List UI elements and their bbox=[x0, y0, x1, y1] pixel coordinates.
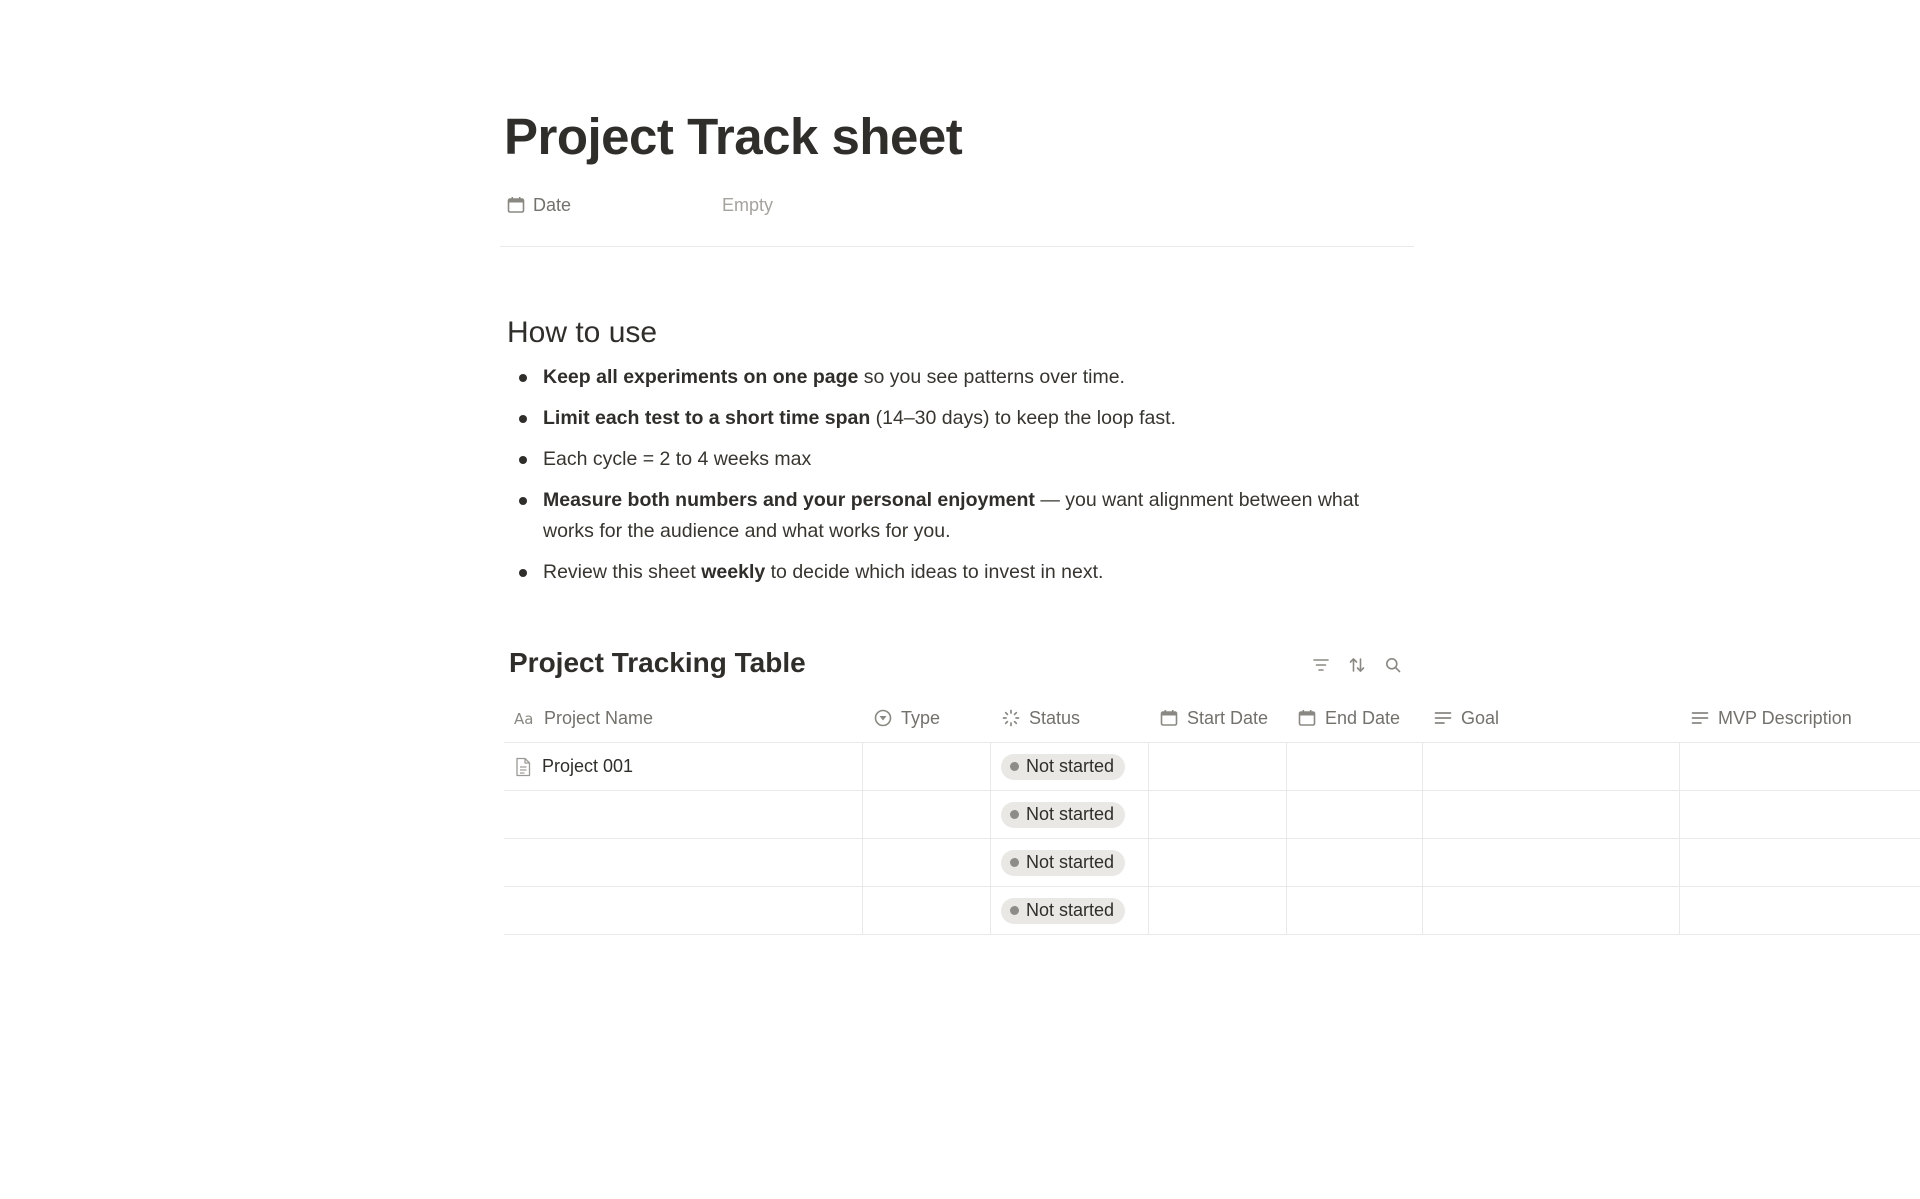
cell-end-date[interactable] bbox=[1287, 839, 1423, 886]
bullet-item[interactable]: Keep all experiments on one page so you … bbox=[507, 362, 1407, 393]
column-header-goal[interactable]: Goal bbox=[1423, 694, 1680, 742]
sort-icon bbox=[1349, 658, 1365, 672]
cell-goal[interactable] bbox=[1423, 887, 1680, 934]
database-toolbar bbox=[1310, 654, 1404, 676]
cell-end-date[interactable] bbox=[1287, 887, 1423, 934]
svg-text:Aa: Aa bbox=[514, 710, 533, 727]
cell-end-date[interactable] bbox=[1287, 791, 1423, 838]
column-header-start-date[interactable]: Start Date bbox=[1149, 694, 1287, 742]
cell-status[interactable]: Not started bbox=[991, 839, 1149, 886]
text-icon bbox=[1691, 712, 1709, 724]
cell-start-date[interactable] bbox=[1149, 791, 1287, 838]
cell-goal[interactable] bbox=[1423, 839, 1680, 886]
status-dot bbox=[1010, 810, 1019, 819]
cell-status[interactable]: Not started bbox=[991, 791, 1149, 838]
search-icon bbox=[1386, 658, 1401, 673]
status-dot bbox=[1010, 858, 1019, 867]
title-icon: Aa bbox=[514, 710, 533, 727]
cell-start-date[interactable] bbox=[1149, 839, 1287, 886]
cell-project-name[interactable]: Project 001 bbox=[504, 743, 863, 790]
property-row-date[interactable]: Date Empty bbox=[506, 190, 1406, 220]
table-row[interactable]: Not started bbox=[504, 887, 1920, 935]
cell-mvp-description[interactable] bbox=[1680, 791, 1920, 838]
cell-project-name[interactable] bbox=[504, 839, 863, 886]
cell-goal[interactable] bbox=[1423, 791, 1680, 838]
cell-mvp-description[interactable] bbox=[1680, 839, 1920, 886]
database-title[interactable]: Project Tracking Table bbox=[509, 647, 806, 679]
how-to-use-list: Keep all experiments on one page so you … bbox=[507, 362, 1407, 598]
search-button[interactable] bbox=[1382, 654, 1404, 676]
status-badge[interactable]: Not started bbox=[1001, 801, 1126, 828]
page-icon bbox=[516, 757, 531, 776]
property-name[interactable]: Date bbox=[506, 195, 722, 216]
column-header-end-date[interactable]: End Date bbox=[1287, 694, 1423, 742]
cell-type[interactable] bbox=[863, 887, 991, 934]
cell-mvp-description[interactable] bbox=[1680, 887, 1920, 934]
status-icon bbox=[1002, 709, 1020, 727]
cell-mvp-description[interactable] bbox=[1680, 743, 1920, 790]
cell-project-name[interactable] bbox=[504, 791, 863, 838]
page-title[interactable]: Project Track sheet bbox=[504, 108, 963, 167]
bullet-item[interactable]: Measure both numbers and your personal e… bbox=[507, 485, 1407, 547]
status-badge[interactable]: Not started bbox=[1001, 897, 1126, 924]
select-icon bbox=[874, 709, 892, 727]
cell-end-date[interactable] bbox=[1287, 743, 1423, 790]
text-icon bbox=[1434, 712, 1452, 724]
project-tracking-table: Aa Project Name Type Status Start Date E… bbox=[504, 694, 1920, 935]
column-header-type[interactable]: Type bbox=[863, 694, 991, 742]
bullet-item[interactable]: Review this sheet weekly to decide which… bbox=[507, 557, 1407, 588]
table-row[interactable]: Not started bbox=[504, 791, 1920, 839]
column-header-project-name[interactable]: Aa Project Name bbox=[504, 694, 863, 742]
cell-type[interactable] bbox=[863, 791, 991, 838]
bullet-item[interactable]: Each cycle = 2 to 4 weeks max bbox=[507, 444, 1407, 475]
cell-start-date[interactable] bbox=[1149, 743, 1287, 790]
bullet-item[interactable]: Limit each test to a short time span (14… bbox=[507, 403, 1407, 434]
status-dot bbox=[1010, 762, 1019, 771]
cell-type[interactable] bbox=[863, 743, 991, 790]
status-badge[interactable]: Not started bbox=[1001, 753, 1126, 780]
project-name: Project 001 bbox=[542, 756, 634, 776]
divider bbox=[500, 246, 1414, 247]
cell-type[interactable] bbox=[863, 839, 991, 886]
filter-icon bbox=[1313, 659, 1329, 671]
cell-status[interactable]: Not started bbox=[991, 887, 1149, 934]
cell-status[interactable]: Not started bbox=[991, 743, 1149, 790]
filter-button[interactable] bbox=[1310, 654, 1332, 676]
status-dot bbox=[1010, 906, 1019, 915]
status-badge[interactable]: Not started bbox=[1001, 849, 1126, 876]
column-header-mvp-description[interactable]: MVP Description bbox=[1680, 694, 1920, 742]
cell-start-date[interactable] bbox=[1149, 887, 1287, 934]
calendar-icon bbox=[507, 197, 525, 213]
column-header-status[interactable]: Status bbox=[991, 694, 1149, 742]
calendar-icon bbox=[1160, 710, 1178, 726]
cell-goal[interactable] bbox=[1423, 743, 1680, 790]
calendar-icon bbox=[1298, 710, 1316, 726]
table-row[interactable]: Project 001 Not started bbox=[504, 743, 1920, 791]
cell-project-name[interactable] bbox=[504, 887, 863, 934]
sort-button[interactable] bbox=[1346, 654, 1368, 676]
property-label: Date bbox=[533, 194, 572, 215]
table-header: Aa Project Name Type Status Start Date E… bbox=[504, 694, 1920, 743]
how-to-use-heading[interactable]: How to use bbox=[507, 316, 657, 350]
table-row[interactable]: Not started bbox=[504, 839, 1920, 887]
property-value-empty[interactable]: Empty bbox=[722, 195, 773, 216]
